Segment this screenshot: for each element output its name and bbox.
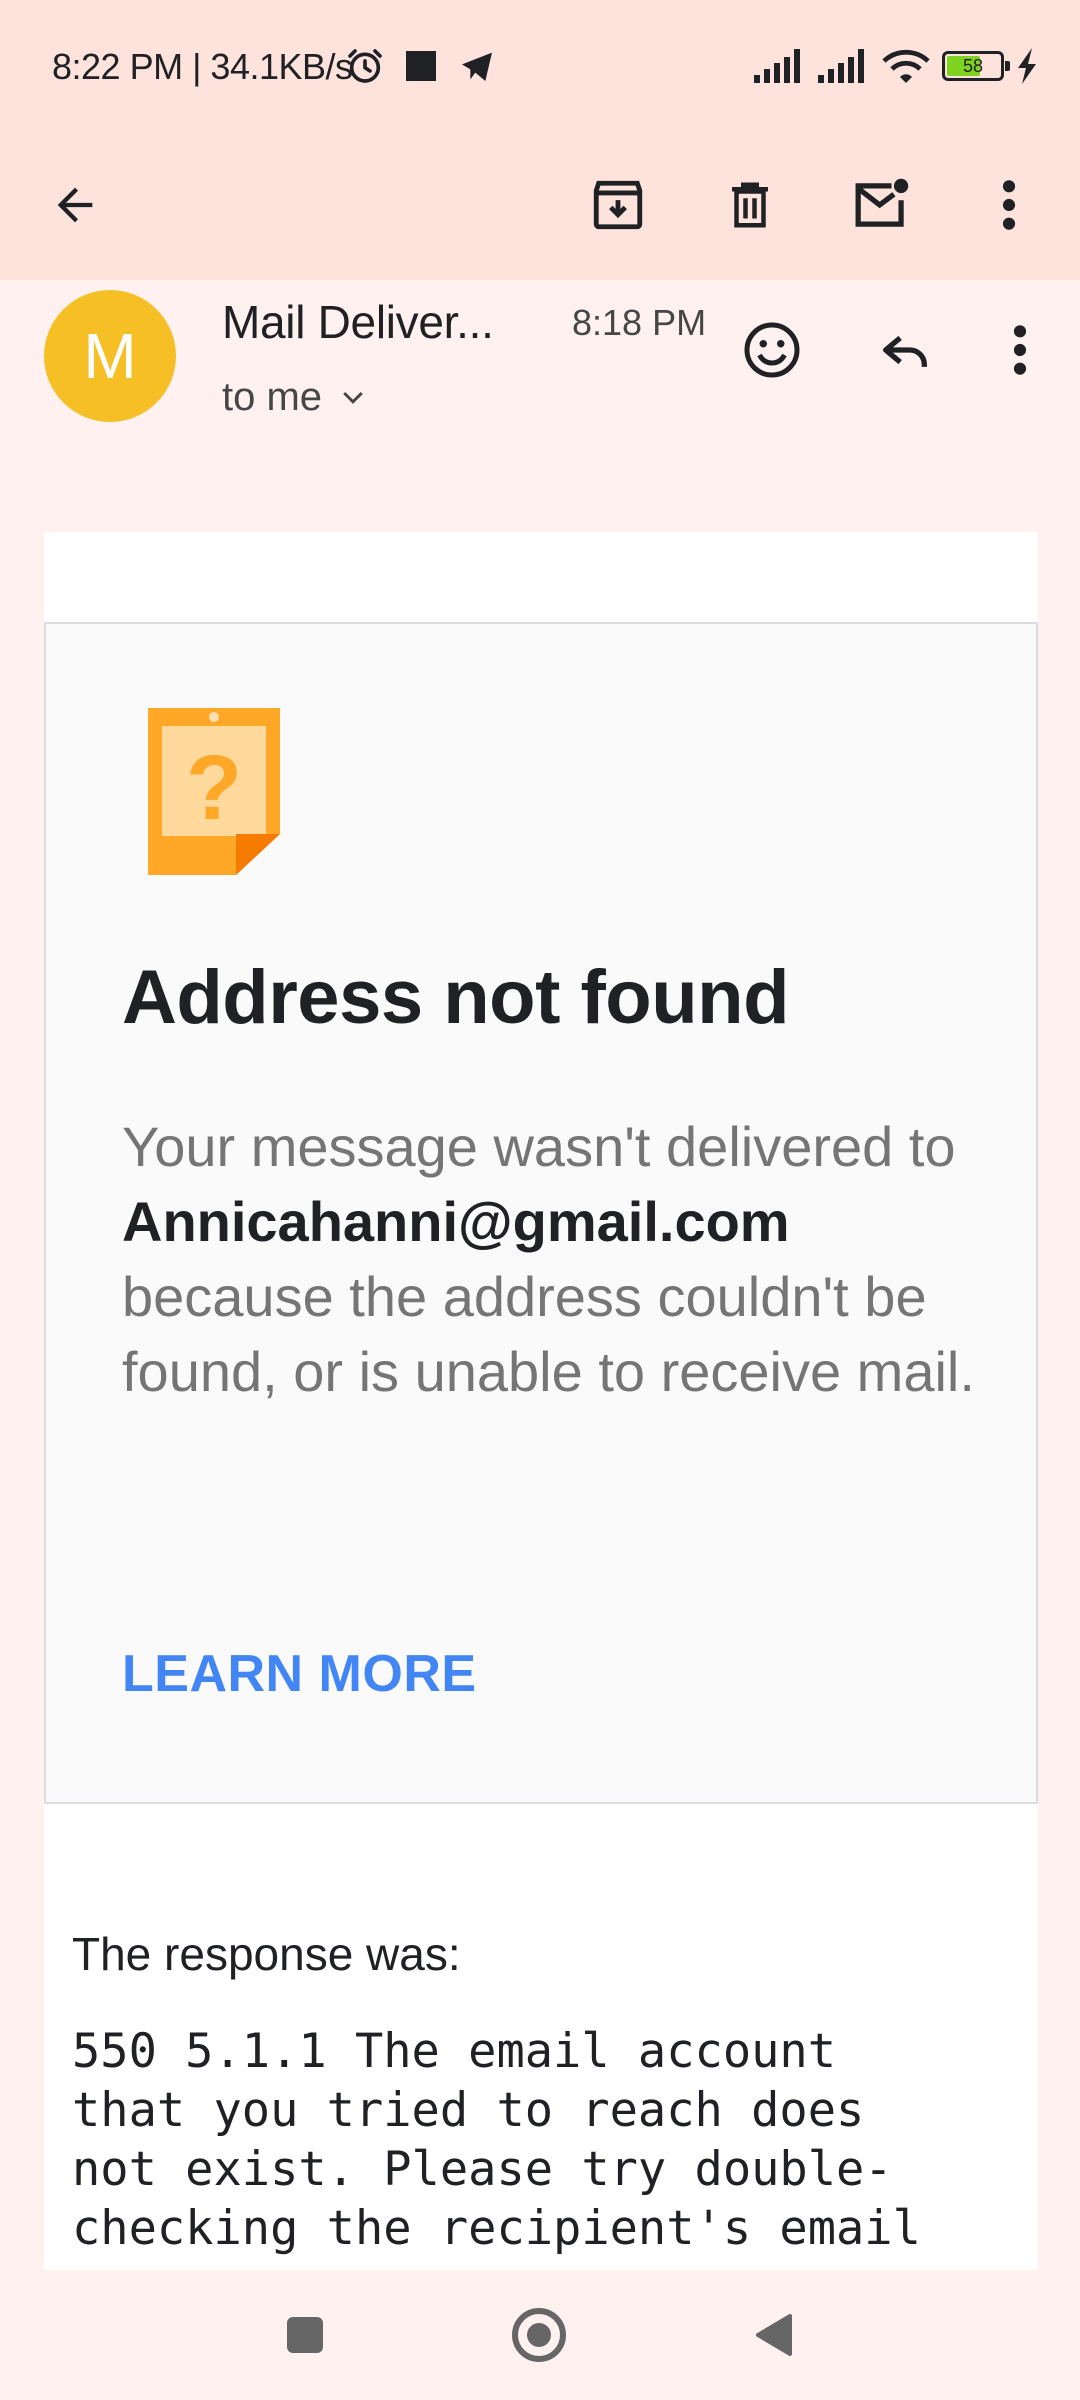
status-bar: 8:22 PM | 34.1KB/s 58	[0, 0, 1080, 130]
bounce-card: ? Address not found Your message wasn't …	[44, 622, 1038, 1804]
sent-time: 8:18 PM	[572, 302, 707, 343]
alarm-icon	[348, 49, 382, 83]
delete-button[interactable]	[705, 160, 795, 250]
svg-text:?: ?	[186, 737, 242, 839]
card-text-after: because the address couldn't be found, o…	[122, 1265, 975, 1403]
back-triangle-icon	[756, 2314, 792, 2356]
reply-button[interactable]	[860, 305, 950, 395]
sender-name[interactable]: Mail Deliver...	[222, 295, 494, 349]
telegram-icon	[462, 52, 492, 81]
more-vert-icon	[1013, 325, 1027, 375]
emoji-icon	[744, 322, 800, 378]
back-arrow-icon	[57, 187, 93, 223]
response-label: The response was:	[72, 1928, 461, 1980]
mark-unread-icon	[855, 178, 909, 227]
recents-square-icon	[287, 2317, 323, 2353]
archive-icon	[593, 180, 643, 230]
recipient-label: to me	[222, 375, 323, 419]
home-circle-icon	[512, 2308, 566, 2362]
system-navigation-bar	[0, 2270, 1080, 2400]
reply-icon	[883, 335, 927, 367]
card-description: Your message wasn't delivered to Annicah…	[122, 1109, 992, 1409]
charging-icon	[1018, 48, 1036, 84]
signal-icon	[754, 49, 800, 83]
card-title: Address not found	[122, 955, 790, 1040]
card-text-before: Your message wasn't delivered to	[122, 1115, 956, 1178]
status-notification-icons	[345, 46, 497, 86]
react-emoji-button[interactable]	[727, 305, 817, 395]
learn-more-link[interactable]: LEARN MORE	[122, 1644, 477, 1704]
back-nav-button[interactable]	[728, 2290, 818, 2380]
battery-icon: 58	[942, 51, 1010, 81]
archive-button[interactable]	[573, 160, 663, 250]
message-more-button[interactable]	[975, 305, 1065, 395]
battery-level: 58	[962, 56, 984, 76]
more-options-button[interactable]	[964, 160, 1054, 250]
message-header: M Mail Deliver... 8:18 PM to me	[0, 280, 1080, 480]
more-vert-icon	[1002, 180, 1016, 230]
status-time-speed: 8:22 PM | 34.1KB/s	[52, 46, 353, 87]
wifi-icon	[882, 49, 930, 83]
back-button[interactable]	[30, 160, 120, 250]
recipient-details-toggle[interactable]: to me	[222, 375, 368, 420]
recipient-address: Annicahanni@gmail.com	[122, 1190, 790, 1253]
email-body: ? Address not found Your message wasn't …	[44, 532, 1038, 2270]
response-text: 550 5.1.1 The email account that you tri…	[72, 2024, 921, 2256]
delete-icon	[732, 182, 768, 228]
message-toolbar	[0, 130, 1080, 280]
avatar[interactable]: M	[44, 290, 176, 422]
recents-button[interactable]	[260, 2290, 350, 2380]
home-button[interactable]	[494, 2290, 584, 2380]
mark-unread-button[interactable]	[837, 160, 927, 250]
missing-address-icon: ?	[148, 708, 280, 875]
chevron-down-icon	[343, 391, 363, 404]
app-notification-icon	[406, 51, 436, 81]
status-system-icons: 58	[754, 46, 1040, 86]
signal-icon-2	[818, 49, 864, 83]
